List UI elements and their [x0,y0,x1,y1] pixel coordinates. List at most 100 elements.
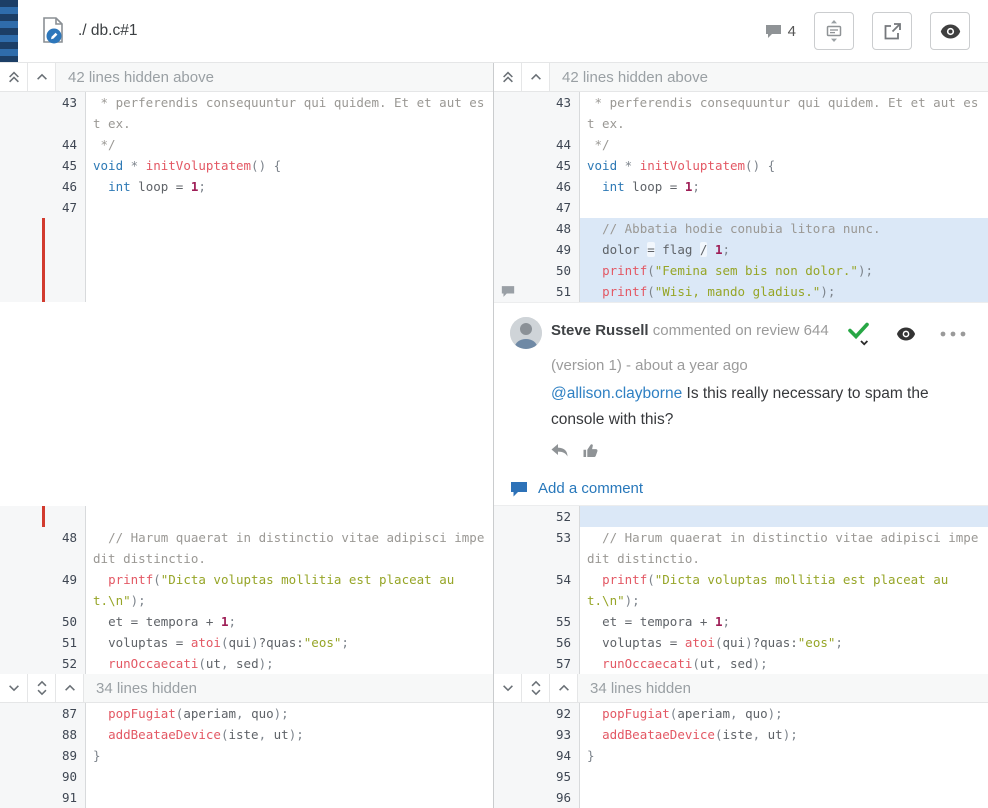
collapse-comments-button[interactable] [814,12,854,50]
line-number[interactable]: 49 [550,239,580,260]
line-number[interactable]: 49 [56,569,86,611]
line-number[interactable]: 96 [550,787,580,808]
code-line: runOccaecati(ut, sed); [580,653,988,674]
code-row: 44 */ [0,134,493,155]
gutter [494,766,550,787]
gutter [494,281,550,302]
code-line: dolor = flag / 1; [580,239,988,260]
line-number[interactable]: 54 [550,569,580,611]
add-comment-link[interactable]: Add a comment [510,480,972,497]
line-number[interactable]: 48 [56,527,86,569]
code-line: runOccaecati(ut, sed); [86,653,493,674]
gutter [0,766,56,787]
line-number[interactable]: 57 [550,653,580,674]
line-number[interactable]: 45 [56,155,86,176]
expand-chevrons-up-button[interactable] [0,63,28,91]
comment-more-button[interactable] [940,331,966,337]
expand-chevrons-up-button[interactable] [494,63,522,91]
file-path[interactable]: ./ db.c#1 [78,22,137,40]
gutter [0,703,56,724]
drag-handle[interactable] [0,0,18,62]
line-number[interactable]: 46 [550,176,580,197]
code-line: voluptas = atoi(qui)?quas:"eos"; [86,632,493,653]
open-in-new-button[interactable] [872,12,912,50]
line-comment-marker-icon[interactable] [501,285,515,298]
gutter [494,92,550,134]
gutter [0,218,56,239]
line-number[interactable]: 51 [550,281,580,302]
line-number[interactable]: 55 [550,611,580,632]
mention-link[interactable]: @allison.clayborne [551,385,682,402]
collapse-comments-icon [825,20,843,42]
expand-chevron-up-button[interactable] [28,63,56,91]
gutter [0,632,56,653]
line-number[interactable]: 89 [56,745,86,766]
code-line [86,766,493,787]
line-number[interactable]: 48 [550,218,580,239]
line-number[interactable]: 43 [56,92,86,134]
code-line: popFugiat(aperiam, quo); [580,703,988,724]
line-number[interactable]: 50 [56,611,86,632]
line-number[interactable] [56,260,86,281]
line-number[interactable] [56,506,86,527]
hidden-lines-bar: 34 lines hidden [0,674,493,703]
expand-chevron-up-button[interactable] [522,63,550,91]
line-number[interactable]: 52 [56,653,86,674]
line-number[interactable]: 44 [550,134,580,155]
line-number[interactable]: 47 [56,197,86,218]
code-row: 91 [0,787,493,808]
line-number[interactable] [56,218,86,239]
line-number[interactable]: 95 [550,766,580,787]
gutter [494,239,550,260]
comment-visibility-button[interactable] [896,327,916,341]
expand-chevron-down-button[interactable] [494,674,522,702]
code-row: 45void * initVoluptatem() { [0,155,493,176]
line-number[interactable]: 93 [550,724,580,745]
expand-expand-vert-button[interactable] [522,674,550,702]
line-number[interactable]: 94 [550,745,580,766]
line-number[interactable] [56,281,86,302]
line-number[interactable]: 47 [550,197,580,218]
line-number[interactable]: 50 [550,260,580,281]
line-number[interactable]: 91 [56,787,86,808]
expand-chevron-up-button[interactable] [550,674,578,702]
code-row: 51 printf("Wisi, mando gladius."); [494,281,988,302]
line-number[interactable]: 51 [56,632,86,653]
line-number[interactable]: 53 [550,527,580,569]
line-number[interactable]: 43 [550,92,580,134]
line-number[interactable]: 52 [550,506,580,527]
show-diffs-button[interactable] [930,12,970,50]
line-number[interactable]: 46 [56,176,86,197]
comment-author[interactable]: Steve Russell [551,322,649,339]
line-number[interactable]: 56 [550,632,580,653]
expand-chevron-down-button[interactable] [0,674,28,702]
line-number[interactable]: 90 [56,766,86,787]
code-line: printf("Femina sem bis non dolor."); [580,260,988,281]
line-number[interactable]: 45 [550,155,580,176]
expand-expand-vert-button[interactable] [28,674,56,702]
gutter [0,611,56,632]
gutter [0,787,56,808]
code-line [580,766,988,787]
comment-count: 4 [765,23,796,40]
diff-alignment-gap [0,302,493,506]
gutter [0,724,56,745]
line-number[interactable]: 44 [56,134,86,155]
code-line [580,506,988,527]
line-number[interactable]: 87 [56,703,86,724]
gutter [494,703,550,724]
task-state-button[interactable] [848,321,872,347]
line-number[interactable]: 88 [56,724,86,745]
code-row [0,506,493,527]
line-number[interactable]: 92 [550,703,580,724]
line-number[interactable] [56,239,86,260]
code-line: addBeataeDevice(iste, ut); [580,724,988,745]
code-row: 93 addBeataeDevice(iste, ut); [494,724,988,745]
thumbs-up-button[interactable] [583,443,599,458]
code-row [0,218,493,239]
code-row: 95 [494,766,988,787]
expand-chevron-up-button[interactable] [56,674,84,702]
reply-button[interactable] [551,443,569,458]
code-line [86,239,493,260]
hidden-lines-label: 34 lines hidden [590,680,691,697]
